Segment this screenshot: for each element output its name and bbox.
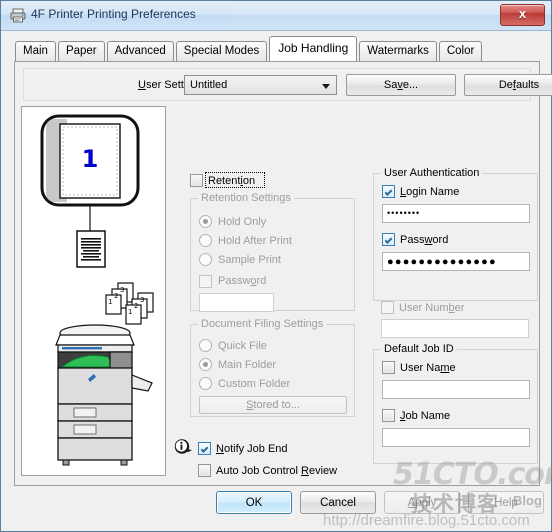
radio-custom-folder-label: Custom Folder xyxy=(218,378,291,390)
retention-settings-group: Retention Settings Hold Only Hold After … xyxy=(190,192,355,312)
print-preview: 1 3 2 1 3 2 1 xyxy=(21,106,166,476)
job-name-label: Job Name xyxy=(400,410,451,422)
user-name-label: User Name xyxy=(400,362,456,374)
default-job-id-group: Default Job ID User Name Job Name xyxy=(373,343,538,464)
user-number-label: User Number xyxy=(399,302,465,314)
tab-job-handling[interactable]: Job Handling xyxy=(269,36,358,61)
user-authentication-group: User Authentication Login Name •••••••• … xyxy=(373,167,538,301)
ok-button[interactable]: OK xyxy=(216,491,292,514)
radio-hold-after-print[interactable] xyxy=(199,234,212,247)
user-settings-bar: User Settings: Untitled Save... Defaults xyxy=(23,68,552,101)
tab-special-modes[interactable]: Special Modes xyxy=(175,41,268,61)
watermark-url: http://dreamfire.blog.51cto.com xyxy=(323,512,530,529)
tab-watermarks[interactable]: Watermarks xyxy=(359,41,437,61)
radio-hold-after-print-label: Hold After Print xyxy=(218,235,292,247)
help-button[interactable]: Help xyxy=(468,491,544,514)
chevron-down-icon xyxy=(322,84,330,89)
cancel-button[interactable]: Cancel xyxy=(300,491,376,514)
notify-job-end-label: Notify Job End xyxy=(216,443,288,455)
notify-job-end-checkbox[interactable] xyxy=(198,442,211,455)
radio-hold-only-label: Hold Only xyxy=(218,216,267,228)
svg-text:3: 3 xyxy=(120,286,124,294)
radio-sample-print[interactable] xyxy=(199,253,212,266)
job-name-input[interactable] xyxy=(382,428,530,447)
auto-job-control-review-checkbox[interactable] xyxy=(198,464,211,477)
save-button[interactable]: Save... xyxy=(346,74,456,96)
password-label: Password xyxy=(400,234,449,246)
job-name-checkbox[interactable] xyxy=(382,409,395,422)
radio-quick-file[interactable] xyxy=(199,339,212,352)
retention-checkbox[interactable] xyxy=(190,174,203,187)
user-number-input[interactable] xyxy=(381,319,529,338)
retention-settings-legend: Retention Settings xyxy=(198,192,294,204)
radio-main-folder[interactable] xyxy=(199,358,212,371)
password-value: ●●●●●●●●●●●●●● xyxy=(387,256,497,268)
default-job-id-legend: Default Job ID xyxy=(381,343,457,355)
defaults-button[interactable]: Defaults xyxy=(464,74,552,96)
tab-strip: Main Paper Advanced Special Modes Job Ha… xyxy=(15,36,484,61)
document-filing-group: Document Filing Settings Quick File Main… xyxy=(190,318,355,417)
printer-icon xyxy=(9,7,27,25)
info-icon xyxy=(173,437,193,460)
login-name-value: •••••••• xyxy=(387,208,421,218)
tab-main[interactable]: Main xyxy=(15,41,56,61)
retention-label: Retention xyxy=(208,175,256,187)
retention-password-checkbox[interactable] xyxy=(199,275,212,288)
user-name-input[interactable] xyxy=(382,380,530,399)
title-bar: 4F Printer Printing Preferences x xyxy=(1,1,551,31)
svg-text:1: 1 xyxy=(128,308,132,316)
user-settings-combo[interactable]: Untitled xyxy=(184,75,337,95)
svg-text:2: 2 xyxy=(134,302,138,310)
retention-password-input[interactable] xyxy=(199,293,274,312)
radio-sample-print-label: Sample Print xyxy=(218,254,281,266)
printing-preferences-window: 4F Printer Printing Preferences x Main P… xyxy=(0,0,552,532)
radio-custom-folder[interactable] xyxy=(199,377,212,390)
window-title: 4F Printer Printing Preferences xyxy=(31,7,196,21)
password-input[interactable]: ●●●●●●●●●●●●●● xyxy=(382,252,530,271)
document-filing-legend: Document Filing Settings xyxy=(198,318,327,330)
user-name-checkbox[interactable] xyxy=(382,361,395,374)
radio-hold-only[interactable] xyxy=(199,215,212,228)
radio-main-folder-label: Main Folder xyxy=(218,359,277,371)
apply-button[interactable]: Apply xyxy=(384,491,460,514)
retention-password-label: Password xyxy=(218,275,267,287)
svg-text:2: 2 xyxy=(114,292,118,300)
svg-text:1: 1 xyxy=(82,145,99,173)
tab-advanced[interactable]: Advanced xyxy=(106,41,174,61)
user-authentication-legend: User Authentication xyxy=(381,167,483,179)
close-icon: x xyxy=(518,6,527,21)
login-name-label: Login Name xyxy=(400,186,460,198)
password-checkbox[interactable] xyxy=(382,233,395,246)
close-button[interactable]: x xyxy=(500,4,545,26)
svg-text:1: 1 xyxy=(108,298,112,306)
preview-illustration: 1 321 321 xyxy=(40,114,154,466)
job-handling-panel: User Settings: Untitled Save... Defaults… xyxy=(14,61,552,486)
user-settings-value: Untitled xyxy=(190,79,228,91)
tab-paper[interactable]: Paper xyxy=(57,41,105,61)
tab-color[interactable]: Color xyxy=(438,41,483,61)
svg-text:3: 3 xyxy=(140,296,144,304)
radio-quick-file-label: Quick File xyxy=(218,340,267,352)
auto-job-control-review-label: Auto Job Control Review xyxy=(216,465,338,477)
login-name-input[interactable]: •••••••• xyxy=(382,204,530,223)
login-name-checkbox[interactable] xyxy=(382,185,395,198)
stored-to-button[interactable]: Stored to... xyxy=(199,396,347,414)
user-number-checkbox[interactable] xyxy=(381,301,394,314)
